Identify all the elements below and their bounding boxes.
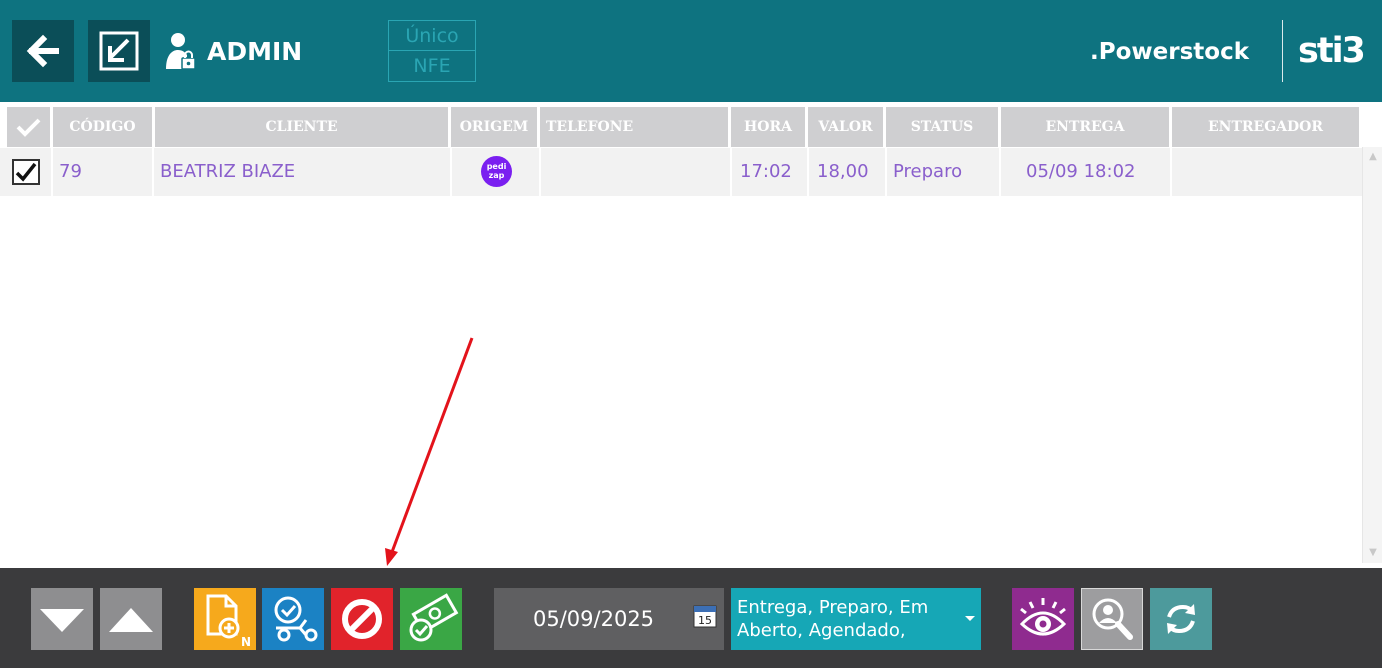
status-filter-value: Entrega, Preparo, Em Aberto, Agendado, [737, 597, 929, 641]
delivery-scooter-icon [274, 596, 318, 642]
triangle-down-icon [40, 609, 84, 632]
checkmark-icon [15, 162, 37, 182]
back-button[interactable] [12, 20, 74, 82]
column-header-entrega[interactable]: ENTREGA [1001, 107, 1169, 147]
scroll-up-icon[interactable]: ▲ [1363, 149, 1382, 165]
export-icon [99, 31, 139, 71]
column-header-codigo[interactable]: CÓDIGO [53, 107, 152, 147]
cell-divider [450, 148, 452, 196]
check-icon [16, 118, 41, 137]
column-header-valor[interactable]: VALOR [808, 107, 883, 147]
export-button[interactable] [88, 20, 150, 82]
date-value[interactable]: 05/09/2025 [533, 604, 654, 634]
pedizap-logo: pedi zap [481, 156, 512, 187]
column-header-telefone[interactable]: TELEFONE [540, 107, 728, 147]
svg-text:15: 15 [698, 614, 712, 627]
prohibited-icon [342, 599, 382, 639]
cell-divider [999, 148, 1001, 196]
svg-text:N: N [241, 635, 251, 649]
mode-option-unico[interactable]: Único [389, 21, 475, 51]
sti3-logo: sti3 [1298, 31, 1366, 71]
money-check-icon [409, 593, 459, 642]
refresh-button[interactable] [1150, 588, 1212, 650]
row-checkbox[interactable] [12, 159, 40, 185]
cell-divider [539, 148, 541, 196]
cell-divider [885, 148, 887, 196]
cell-valor: 18,00 [817, 161, 869, 182]
cell-cliente: BEATRIZ BIAZE [160, 161, 296, 182]
column-header-hora[interactable]: HORA [731, 107, 805, 147]
mode-option-nfe[interactable]: NFE [389, 51, 475, 81]
back-arrow-icon [26, 34, 59, 68]
cancel-order-button[interactable] [331, 588, 393, 650]
triangle-up-icon [109, 608, 153, 632]
new-order-button[interactable]: N [194, 588, 256, 650]
cell-entrega: 05/09 18:02 [1026, 161, 1136, 182]
calendar-icon[interactable]: 15 [693, 604, 717, 628]
table-row[interactable]: 79 BEATRIZ BIAZE pedi zap 17:02 18,00 Pre… [0, 148, 1362, 196]
user-name: ADMIN [207, 37, 303, 66]
scroll-down-icon[interactable]: ▼ [1363, 545, 1382, 561]
column-header-origem[interactable]: ORIGEM [451, 107, 537, 147]
payment-button[interactable] [400, 588, 462, 650]
user-lock-icon [166, 33, 196, 70]
cell-status: Preparo [893, 161, 963, 182]
cell-divider [1170, 148, 1172, 196]
top-bar: ADMIN Único NFE .Powerstock sti3 [0, 0, 1382, 102]
search-client-button[interactable] [1081, 588, 1143, 650]
mode-selector[interactable]: Único NFE [388, 20, 476, 82]
cell-codigo: 79 [59, 161, 82, 182]
view-button[interactable] [1012, 588, 1074, 650]
bottom-toolbar: N 05/09/2025 15 Entrega, Preparo, Em Abe… [0, 568, 1382, 668]
delivery-button[interactable] [262, 588, 324, 650]
search-person-icon [1092, 598, 1133, 640]
brand-name: .Powerstock [1090, 39, 1250, 65]
up-arrow-button[interactable] [100, 588, 162, 650]
column-header-status[interactable]: STATUS [886, 107, 998, 147]
date-picker[interactable]: 05/09/2025 15 [494, 588, 724, 650]
cell-divider [730, 148, 732, 196]
select-all-checkbox[interactable] [7, 107, 50, 147]
brand-divider [1282, 20, 1283, 82]
column-header-entregador[interactable]: ENTREGADOR [1172, 107, 1359, 147]
chevron-down-icon[interactable] [965, 616, 975, 621]
cell-divider [51, 148, 53, 196]
vertical-scrollbar[interactable]: ▲ ▼ [1362, 147, 1382, 563]
refresh-icon [1167, 604, 1195, 634]
eye-icon [1019, 598, 1067, 636]
annotation-arrow-icon [385, 337, 474, 566]
cell-divider [152, 148, 154, 196]
down-arrow-button[interactable] [31, 588, 93, 650]
cell-hora: 17:02 [740, 161, 792, 182]
new-document-icon: N [206, 594, 251, 649]
status-filter-dropdown[interactable]: Entrega, Preparo, Em Aberto, Agendado, [731, 588, 981, 650]
cell-divider [807, 148, 809, 196]
column-header-cliente[interactable]: CLIENTE [155, 107, 448, 147]
